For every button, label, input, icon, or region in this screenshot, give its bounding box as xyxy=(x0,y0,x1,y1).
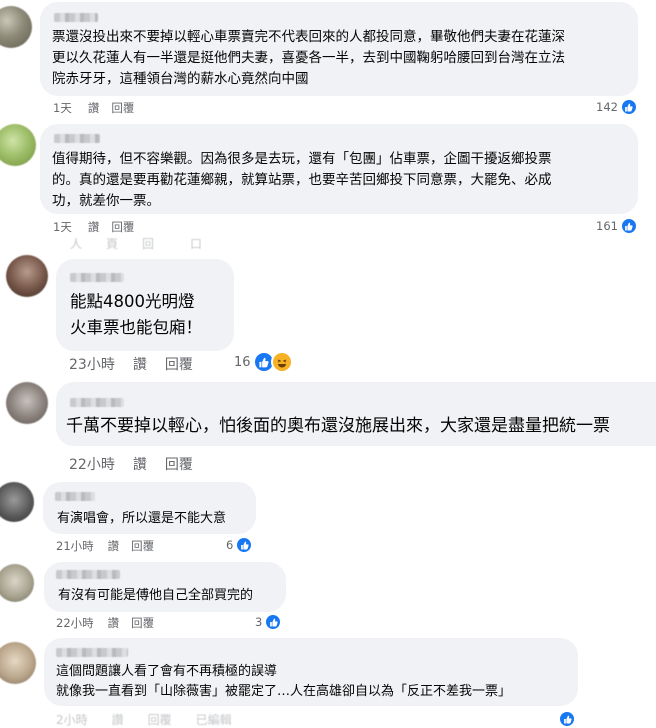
avatar[interactable] xyxy=(0,642,36,684)
reaction-number: 16 xyxy=(234,354,251,370)
comment-meta: 22小時讚回覆 xyxy=(69,454,193,474)
comment-text: 能點4800光明燈 火車票也能包廂！ xyxy=(70,292,202,337)
comment-time[interactable]: 23小時 xyxy=(69,354,115,374)
comment-text: 千萬不要掉以輕心，怕後面的奧布還沒施展出來，大家還是盡量把統一票 xyxy=(66,416,610,436)
reaction-number: 142 xyxy=(596,100,618,114)
commenter-name[interactable] xyxy=(70,273,124,282)
commenter-name[interactable] xyxy=(70,398,124,407)
reaction-number: 161 xyxy=(596,219,618,233)
comment-meta: 1天讚回覆 xyxy=(53,219,134,235)
comment-time[interactable]: 22小時 xyxy=(56,615,94,631)
comment-time[interactable]: 22小時 xyxy=(69,454,115,474)
like-icon xyxy=(619,217,638,235)
reaction-count[interactable]: 142 xyxy=(596,98,638,116)
avatar[interactable] xyxy=(0,482,34,522)
comment-meta: 1天讚回覆 xyxy=(53,100,134,116)
avatar[interactable] xyxy=(6,255,48,297)
reaction-count[interactable]: 16 xyxy=(234,351,293,373)
like-button[interactable]: 讚 xyxy=(133,454,147,474)
reaction-number: 3 xyxy=(255,615,263,629)
like-button[interactable]: 讚 xyxy=(88,219,100,235)
comment-3: 能點4800光明燈 火車票也能包廂！ 23小時讚回覆 16 xyxy=(0,245,656,380)
comment-text: 這個問題讓人看了會有不再積極的誤導 就像我一直看到「山除薇害」被罷定了…人在高雄… xyxy=(56,664,512,699)
avatar[interactable] xyxy=(6,382,48,424)
comment-bubble: 能點4800光明燈 火車票也能包廂！ xyxy=(56,259,234,351)
comment-bubble: 有沒有可能是傅他自己全部買完的 xyxy=(44,562,286,612)
like-icon xyxy=(264,613,283,631)
commenter-name[interactable] xyxy=(56,648,128,657)
comment-meta: 23小時讚回覆 xyxy=(69,354,193,374)
reply-button[interactable]: 回覆 xyxy=(131,538,154,554)
comment-text: 有演唱會，所以還是不能大意 xyxy=(57,511,227,526)
reaction-count[interactable]: 6 xyxy=(226,536,254,554)
reaction-count[interactable]: 161 xyxy=(596,217,638,235)
reaction-number: 6 xyxy=(226,538,234,552)
like-icon xyxy=(619,98,638,116)
avatar[interactable] xyxy=(0,564,34,602)
like-icon xyxy=(235,536,254,554)
comment-bubble: 這個問題讓人看了會有不再積極的誤導 就像我一直看到「山除薇害」被罷定了…人在高雄… xyxy=(44,638,578,706)
comment-text: 票還沒投出來不要掉以輕心車票賣完不代表回來的人都投同意，畢敬他們夫妻在花蓮深 更… xyxy=(52,29,565,87)
comment-6: 有沒有可能是傅他自己全部買完的 22小時讚回覆 3 xyxy=(0,558,656,636)
comment-text: 值得期待，但不容樂觀。因為很多是去玩，還有「包團」佔車票，企圖干擾返鄉投票 的。… xyxy=(52,151,552,209)
like-button[interactable]: 讚 xyxy=(108,615,120,631)
reply-button[interactable]: 回覆 xyxy=(131,615,154,631)
comment-7: 這個問題讓人看了會有不再積極的誤導 就像我一直看到「山除薇害」被罷定了…人在高雄… xyxy=(0,636,656,728)
commenter-name[interactable] xyxy=(54,134,100,143)
reply-button[interactable]: 回覆 xyxy=(165,454,193,474)
comment-time[interactable]: 1天 xyxy=(53,100,72,116)
avatar[interactable] xyxy=(0,124,36,166)
commenter-name[interactable] xyxy=(55,492,95,501)
comment-2: 值得期待，但不容樂觀。因為很多是去玩，還有「包團」佔車票，企圖干擾返鄉投票 的。… xyxy=(0,120,656,251)
haha-icon xyxy=(270,351,293,373)
commenter-name[interactable] xyxy=(56,570,120,579)
comment-bubble: 值得期待，但不容樂觀。因為很多是去玩，還有「包團」佔車票，企圖干擾返鄉投票 的。… xyxy=(40,124,638,214)
reaction-count[interactable]: 3 xyxy=(255,613,283,631)
reply-button[interactable]: 回覆 xyxy=(111,219,134,235)
like-icon xyxy=(558,710,576,728)
like-button[interactable]: 讚 xyxy=(108,538,120,554)
comment-text: 有沒有可能是傅他自己全部買完的 xyxy=(58,588,254,603)
comment-bubble: 千萬不要掉以輕心，怕後面的奧布還沒施展出來，大家還是盡量把統一票 xyxy=(56,382,656,446)
commenter-name[interactable] xyxy=(54,13,98,22)
comment-5: 有演唱會，所以還是不能大意 21小時讚回覆 6 xyxy=(0,478,656,558)
comment-bubble: 有演唱會，所以還是不能大意 xyxy=(43,482,256,534)
comment-meta: 21小時讚回覆 xyxy=(56,538,154,554)
avatar[interactable] xyxy=(0,6,32,48)
comment-time[interactable]: 21小時 xyxy=(56,538,94,554)
comment-time[interactable]: 1天 xyxy=(53,219,72,235)
reply-button[interactable]: 回覆 xyxy=(165,354,193,374)
like-button[interactable]: 讚 xyxy=(88,100,100,116)
reply-button[interactable]: 回覆 xyxy=(111,100,134,116)
reaction-count[interactable] xyxy=(558,710,576,728)
comment-bubble: 票還沒投出來不要掉以輕心車票賣完不代表回來的人都投同意，畢敬他們夫妻在花蓮深 更… xyxy=(40,2,638,96)
comment-4: 千萬不要掉以輕心，怕後面的奧布還沒施展出來，大家還是盡量把統一票 22小時讚回覆 xyxy=(0,378,656,478)
comment-1: 票還沒投出來不要掉以輕心車票賣完不代表回來的人都投同意，畢敬他們夫妻在花蓮深 更… xyxy=(0,0,656,122)
like-button[interactable]: 讚 xyxy=(133,354,147,374)
comment-meta: 22小時讚回覆 xyxy=(56,615,154,631)
